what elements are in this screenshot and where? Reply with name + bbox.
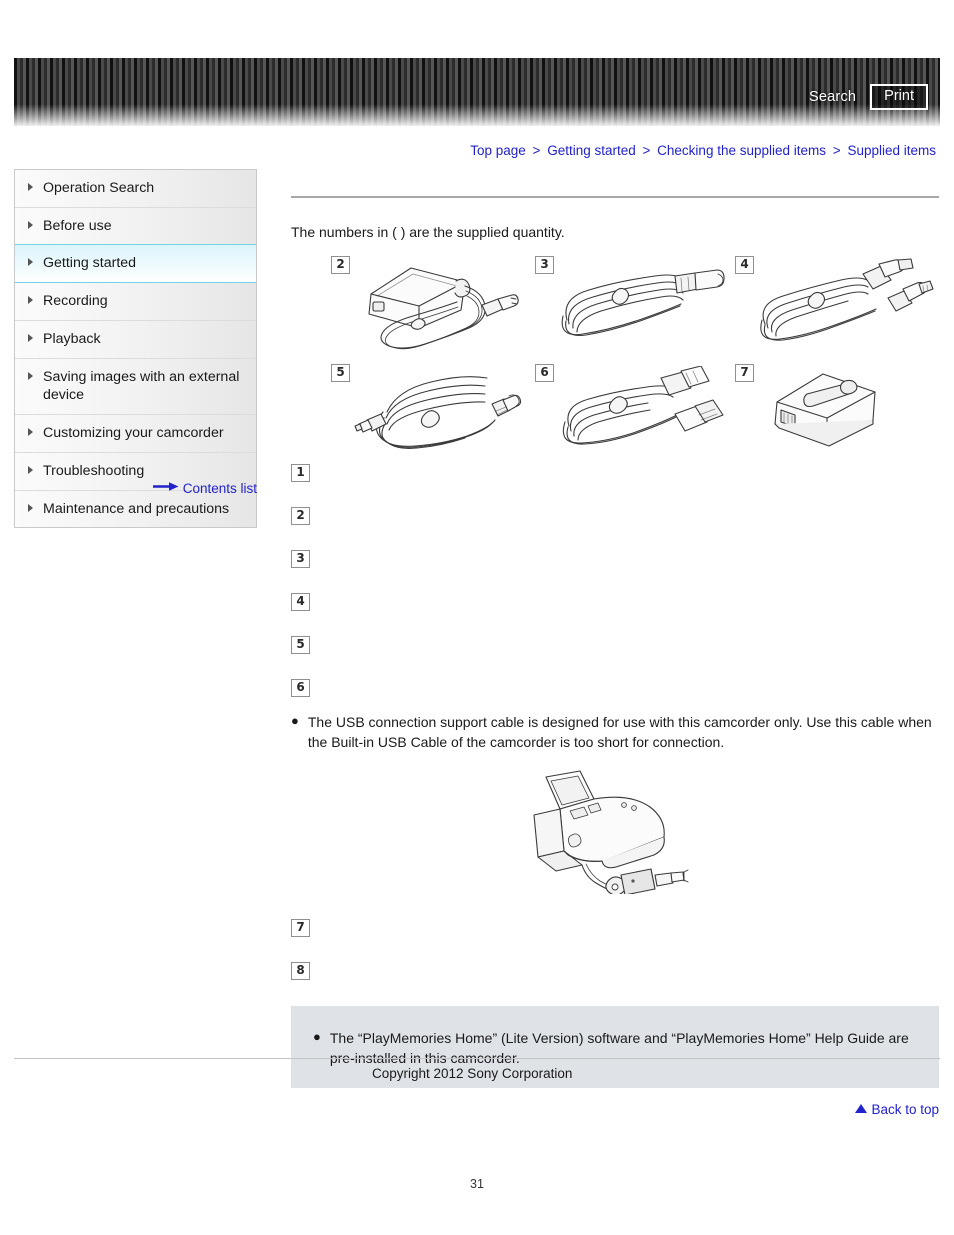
header-banner: Search Print [14,58,940,126]
item-badge: 2 [291,507,310,525]
camcorder-with-usb-cable-icon [520,770,710,898]
contents-list-link[interactable]: Contents list [183,481,257,496]
chevron-right-icon [28,371,33,380]
bullet-icon: ● [291,713,299,728]
breadcrumb-item-getting-started[interactable]: Getting started [547,143,636,158]
illustration-power-cord: 3 [535,256,735,364]
ac-adaptor-icon [353,258,533,363]
item-badge: 3 [291,550,310,568]
item-badge: 2 [331,256,350,274]
usb-note: ● The USB connection support cable is de… [291,712,939,753]
breadcrumb-separator: > [642,143,651,158]
contents-list-row: Contents list [14,480,257,496]
chevron-right-icon [28,258,33,267]
main-content: The numbers in ( ) are the supplied quan… [291,196,939,1117]
illustration-battery-pack: 7 [735,364,939,452]
chevron-right-icon [28,333,33,342]
item-badge: 7 [291,918,310,937]
item-badge: 6 [291,679,310,697]
chevron-right-icon [28,220,33,229]
sidebar-item-recording[interactable]: Recording [15,283,256,321]
content-divider [291,196,939,198]
item-badge: 4 [291,593,310,611]
bullet-icon: ● [313,1028,321,1044]
sidebar-item-customizing-your-camcorder[interactable]: Customizing your camcorder [15,415,256,453]
sidebar-item-playback[interactable]: Playback [15,320,256,359]
breadcrumb-item-supplied-items[interactable]: Supplied items [847,143,936,158]
item-badge: 5 [291,636,310,654]
breadcrumb-item-checking-the-supplied-items[interactable]: Checking the supplied items [657,143,826,158]
sidebar-item-label: Customizing your camcorder [43,425,224,442]
chevron-right-icon [28,503,33,512]
list-item: 5 [291,634,939,654]
intro-text: The numbers in ( ) are the supplied quan… [291,224,565,240]
sidebar: Operation Search Before use Getting star… [14,169,257,529]
sidebar-item-label: Operation Search [43,180,155,196]
item-badge: 6 [535,364,554,382]
usb-support-cable-icon [557,365,729,466]
camcorder-figure [291,769,939,899]
copyright-text: Copyright 2012 Sony Corporation [372,1066,573,1081]
sidebar-item-operation-search[interactable]: Operation Search [15,170,256,208]
back-to-top-link[interactable]: Back to top [871,1102,939,1117]
power-cord-icon [557,258,732,363]
illustration-hdmi-cable: 4 [735,256,939,364]
search-link[interactable]: Search [809,89,856,105]
illustration-ac-adaptor: 2 [331,256,535,364]
illustration-grid: 2 3 4 5 6 7 [331,256,939,452]
item-badge: 1 [291,464,310,482]
item-badge: 3 [535,256,554,274]
note-box-text: The “PlayMemories Home” (Lite Version) s… [329,1029,909,1066]
header-controls: Search Print [809,84,928,110]
sidebar-item-getting-started[interactable]: Getting started [15,244,256,284]
sidebar-item-label: Before use [43,217,112,234]
note-box-bullet-row: ● The “PlayMemories Home” (Lite Version)… [313,1028,917,1069]
sidebar-item-label: Saving images with an external device [43,368,240,404]
item-badge: 7 [735,364,754,382]
sidebar-item-saving-images-with-an-external-device[interactable]: Saving images with an external device [15,358,256,416]
supplied-items-list: 1 2 3 4 5 6 [291,462,939,697]
triangle-up-icon [855,1104,868,1114]
item-badge: 8 [291,961,310,980]
item-badge: 5 [331,364,350,382]
usb-note-text: The USB connection support cable is desi… [307,714,932,751]
sidebar-item-maintenance-and-precautions[interactable]: Maintenance and precautions [15,490,256,528]
chevron-right-icon [28,428,33,437]
sidebar-item-label: Maintenance and precautions [43,500,230,517]
breadcrumb-separator: > [532,143,541,158]
back-to-top-row: Back to top [291,1101,939,1117]
chevron-right-icon [28,465,33,474]
illustration-av-cable: 5 [331,364,535,452]
footer-divider [14,1058,940,1059]
list-item: 7 [291,917,939,937]
chevron-right-icon [28,296,33,305]
list-item: 3 [291,548,939,568]
sidebar-item-label: Getting started [43,255,137,272]
supplied-items-list-tail: 7 8 [291,917,939,980]
sidebar-item-label: Playback [43,330,101,347]
item-badge: 4 [735,256,754,274]
breadcrumb: Top page > Getting started > Checking th… [470,143,936,158]
sidebar-item-label: Recording [43,293,108,310]
breadcrumb-item-top-page[interactable]: Top page [470,143,526,158]
print-button[interactable]: Print [870,84,928,110]
list-item: 4 [291,591,939,611]
chevron-right-icon [28,183,33,191]
illustration-usb-support-cable: 6 [535,364,735,452]
list-item: 8 [291,960,939,980]
page-number: 31 [470,1177,484,1191]
hdmi-cable-icon [757,258,935,363]
sidebar-item-label: Troubleshooting [43,462,145,479]
list-item: 2 [291,505,939,525]
arrow-right-icon [152,480,179,495]
list-item: 6 [291,677,939,697]
sidebar-item-before-use[interactable]: Before use [15,207,256,246]
av-cable-icon [353,366,528,466]
battery-pack-icon [757,366,897,461]
breadcrumb-separator: > [832,143,841,158]
